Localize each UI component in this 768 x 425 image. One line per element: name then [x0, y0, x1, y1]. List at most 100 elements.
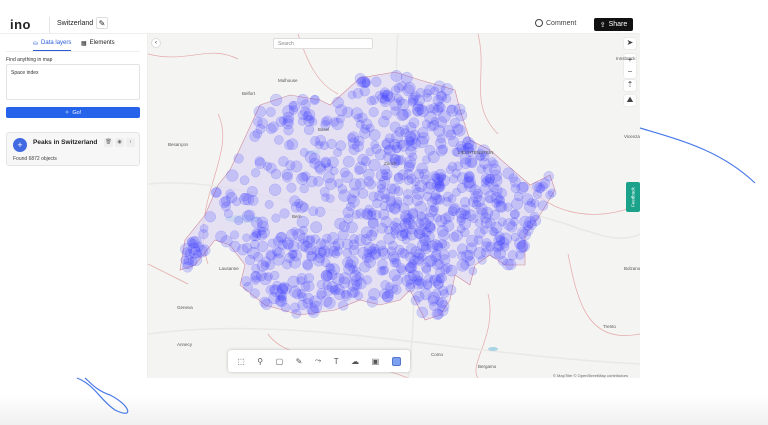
peak-marker[interactable]: [286, 138, 299, 150]
text-icon[interactable]: T: [334, 357, 339, 366]
peak-marker[interactable]: [392, 217, 401, 227]
trash-icon[interactable]: 🗑: [104, 138, 113, 147]
peak-marker[interactable]: [354, 291, 364, 301]
peak-marker[interactable]: [275, 116, 287, 127]
peak-marker[interactable]: [347, 133, 357, 142]
peak-marker[interactable]: [489, 159, 499, 169]
peak-marker[interactable]: [399, 210, 413, 223]
peak-marker[interactable]: [476, 207, 489, 219]
peak-marker[interactable]: [400, 128, 410, 138]
peak-marker[interactable]: [445, 264, 458, 277]
peak-marker[interactable]: [378, 266, 388, 276]
peak-marker[interactable]: [422, 279, 433, 290]
peak-marker[interactable]: [240, 192, 249, 202]
peak-marker[interactable]: [439, 213, 452, 225]
peak-marker[interactable]: [474, 218, 484, 228]
peak-marker[interactable]: [399, 248, 410, 259]
peak-marker[interactable]: [319, 141, 329, 151]
peak-marker[interactable]: [271, 213, 281, 223]
peak-marker[interactable]: [319, 186, 330, 197]
peak-marker[interactable]: [459, 196, 471, 208]
peak-marker[interactable]: [389, 121, 401, 133]
peak-marker[interactable]: [253, 105, 267, 119]
peak-marker[interactable]: [538, 181, 549, 192]
peak-marker[interactable]: [451, 123, 464, 135]
peak-marker[interactable]: [357, 153, 369, 166]
peak-marker[interactable]: [438, 174, 450, 187]
peak-marker[interactable]: [333, 148, 343, 157]
rectangle-icon[interactable]: ▢: [276, 357, 284, 366]
peak-marker[interactable]: [537, 200, 549, 211]
layer-card[interactable]: + Peaks in Switzerland 🗑 ◉ › Found 6872 ob…: [6, 132, 140, 166]
peak-marker[interactable]: [272, 236, 284, 247]
peak-marker[interactable]: [411, 177, 421, 187]
peak-marker[interactable]: [316, 287, 327, 299]
peak-marker[interactable]: [338, 229, 349, 241]
peak-marker[interactable]: [350, 107, 363, 120]
peak-marker[interactable]: [251, 275, 261, 285]
peak-marker[interactable]: [416, 239, 429, 252]
peak-marker[interactable]: [289, 302, 301, 313]
peak-marker[interactable]: [316, 279, 326, 289]
peak-marker[interactable]: [341, 170, 354, 183]
peak-marker[interactable]: [502, 167, 515, 180]
peak-marker[interactable]: [397, 81, 407, 91]
terrain-icon[interactable]: ⛰: [624, 95, 636, 106]
route-icon[interactable]: ⤳: [315, 356, 321, 366]
peak-marker[interactable]: [383, 232, 396, 245]
compass-icon[interactable]: ⇡: [624, 80, 636, 91]
map-attribution[interactable]: © MapTiler © OpenStreetMap contributors: [553, 373, 628, 378]
peak-marker[interactable]: [434, 258, 445, 269]
peak-marker[interactable]: [452, 187, 461, 197]
peak-marker[interactable]: [337, 184, 348, 194]
peak-marker[interactable]: [371, 76, 382, 87]
select-lasso-icon[interactable]: ⬚: [237, 357, 245, 366]
peak-marker[interactable]: [402, 189, 413, 199]
peak-marker[interactable]: [259, 296, 271, 308]
peak-marker[interactable]: [199, 224, 209, 233]
peak-marker[interactable]: [352, 88, 364, 99]
tab-elements[interactable]: ▦ Elements: [81, 40, 115, 47]
peak-marker[interactable]: [405, 145, 417, 157]
peak-marker[interactable]: [432, 104, 444, 116]
peak-marker[interactable]: [379, 89, 389, 99]
peak-marker[interactable]: [282, 239, 294, 251]
peak-marker[interactable]: [448, 249, 457, 259]
peak-marker[interactable]: [326, 280, 339, 293]
peak-marker[interactable]: [250, 168, 261, 178]
peak-marker[interactable]: [349, 187, 360, 198]
peak-marker[interactable]: [242, 233, 251, 243]
peak-marker[interactable]: [398, 109, 410, 121]
peak-marker[interactable]: [363, 168, 375, 181]
peak-marker[interactable]: [346, 221, 358, 234]
peak-marker[interactable]: [453, 161, 463, 171]
peak-marker[interactable]: [477, 255, 487, 265]
go-button[interactable]: ✧ Go!: [6, 107, 140, 118]
peak-marker[interactable]: [283, 125, 294, 136]
peak-marker[interactable]: [244, 209, 256, 221]
peak-marker[interactable]: [226, 169, 239, 182]
peak-marker[interactable]: [495, 235, 506, 245]
locate-button[interactable]: ➤: [624, 38, 636, 49]
peak-marker[interactable]: [445, 165, 455, 175]
peak-marker[interactable]: [408, 117, 420, 129]
peak-marker[interactable]: [187, 256, 198, 267]
peak-marker[interactable]: [405, 262, 416, 273]
peak-marker[interactable]: [257, 220, 269, 233]
peak-marker[interactable]: [474, 227, 486, 239]
peak-marker[interactable]: [415, 218, 425, 228]
peak-marker[interactable]: [323, 296, 336, 309]
peak-marker[interactable]: [447, 136, 459, 147]
tab-data-layers[interactable]: ⛀ Data layers: [33, 40, 72, 51]
peak-marker[interactable]: [404, 135, 415, 147]
peak-marker[interactable]: [289, 195, 301, 207]
peak-marker[interactable]: [547, 188, 557, 198]
peak-marker[interactable]: [320, 257, 331, 268]
peak-marker[interactable]: [416, 162, 429, 175]
peak-marker[interactable]: [306, 303, 319, 316]
peak-marker[interactable]: [388, 269, 401, 282]
peak-marker[interactable]: [360, 124, 370, 134]
eye-icon[interactable]: ◉: [115, 138, 124, 147]
peak-marker[interactable]: [513, 191, 524, 202]
peak-marker[interactable]: [355, 208, 366, 219]
